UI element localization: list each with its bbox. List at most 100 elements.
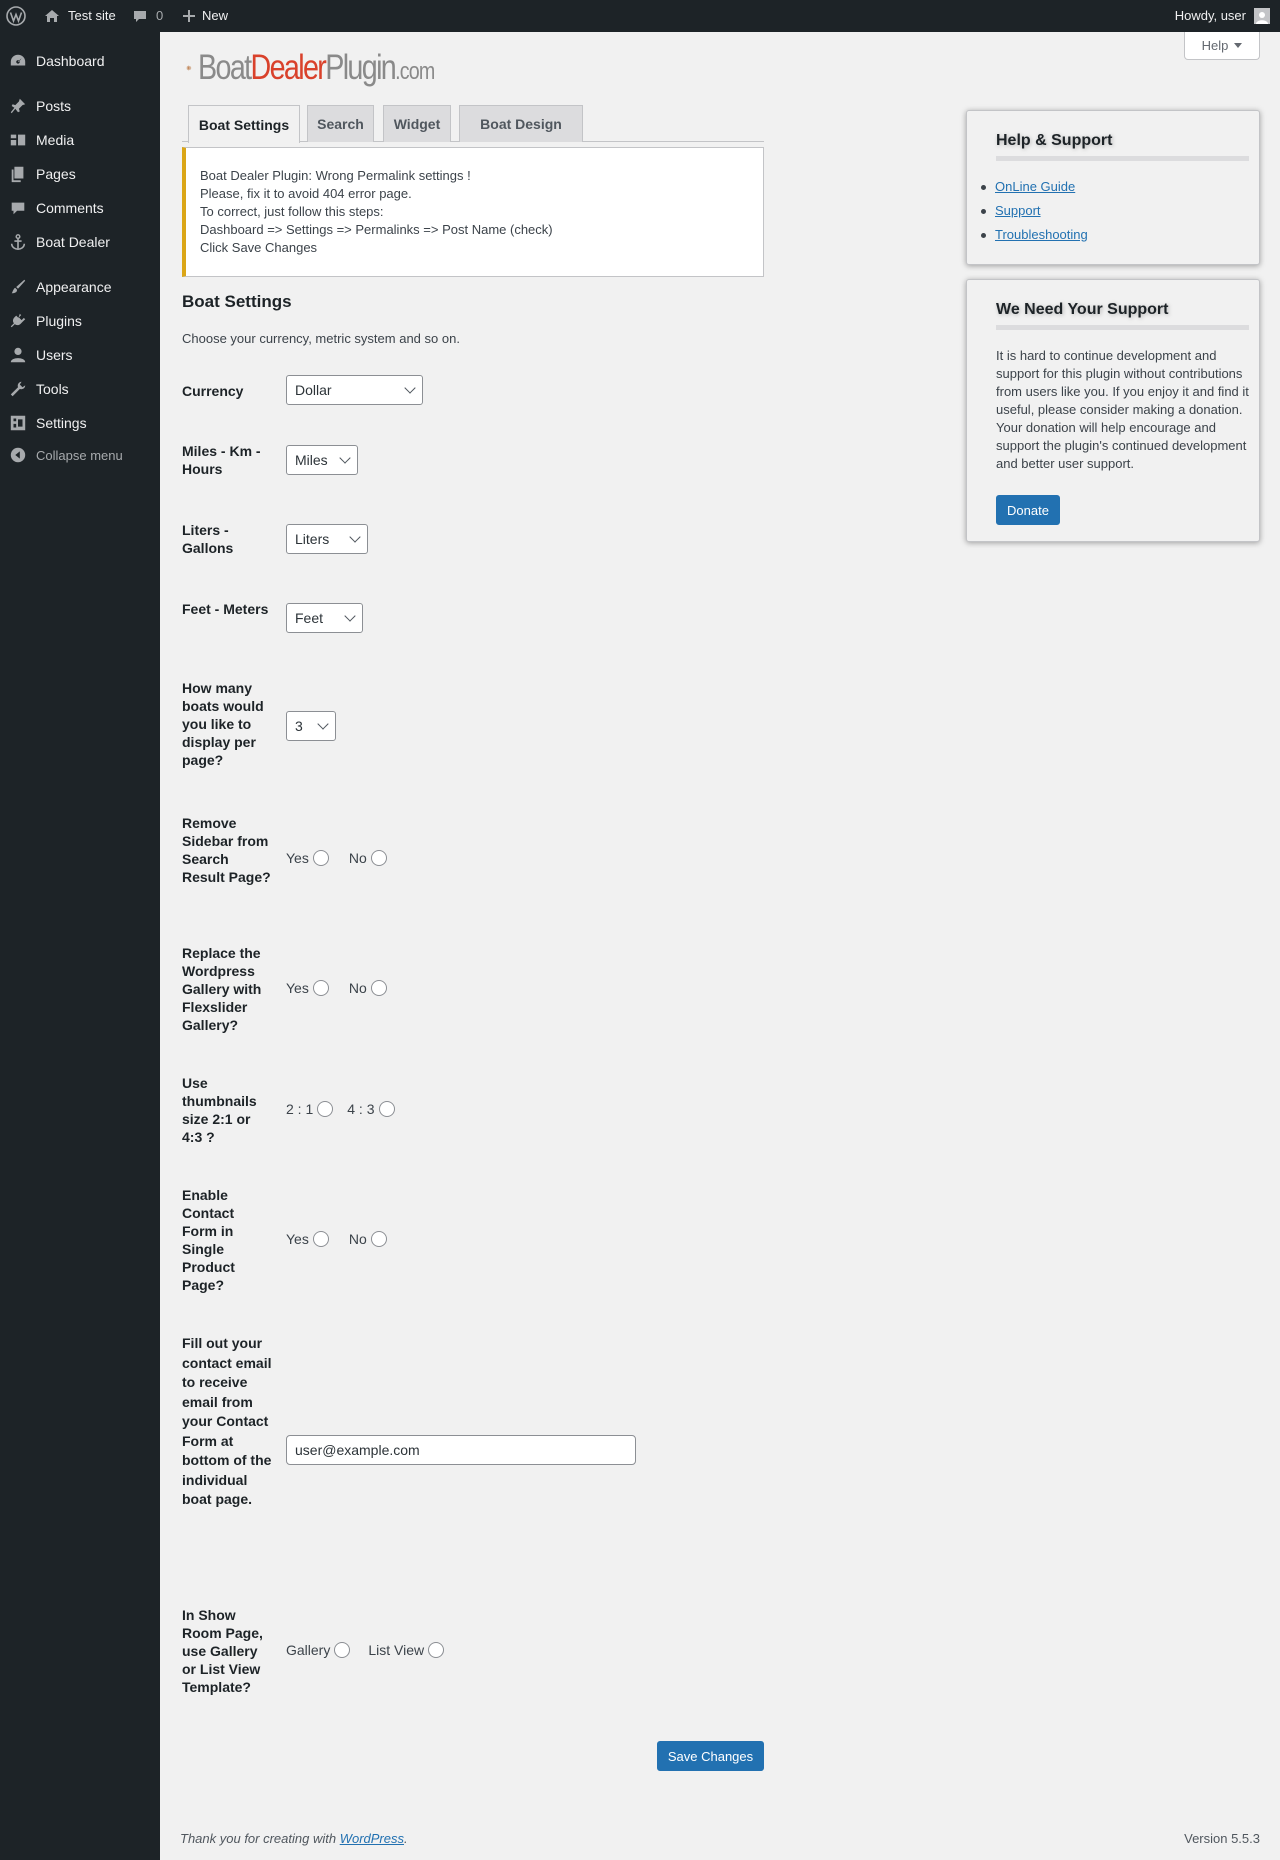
wrench-icon [0,380,36,398]
remove-sidebar-label: Remove Sidebar from Search Result Page? [182,815,271,885]
help-support-title: Help & Support [996,132,1113,149]
replace-gallery-yes-radio[interactable] [312,980,329,996]
currency-select[interactable]: Dollar [286,375,423,405]
replace-gallery-options: Yes No [286,980,387,996]
help-support-panel: Help & Support OnLine Guide Support Trou… [966,110,1260,265]
comment-icon [134,11,146,22]
volume-select[interactable]: Liters [286,524,368,554]
online-guide-link[interactable]: OnLine Guide [995,175,1075,199]
notice-line: Please, fix it to avoid 404 error page. [200,186,412,201]
sidebar-item-settings[interactable]: Settings [0,406,160,440]
contact-form-no-radio[interactable] [370,1231,387,1247]
chevron-down-icon [404,382,416,394]
avatar [1254,8,1270,24]
showroom-gallery-radio[interactable] [334,1642,351,1658]
chevron-down-icon [339,452,351,464]
tab-search[interactable]: Search [307,105,374,142]
list-item: Troubleshooting [981,223,1088,247]
collapse-menu-button[interactable]: Collapse menu [0,438,160,472]
wordpress-link[interactable]: WordPress [340,1831,404,1846]
remove-sidebar-yes-radio[interactable] [312,850,329,866]
sidebar-item-dashboard[interactable]: Dashboard [0,44,160,78]
support-donation-panel: We Need Your Support It is hard to conti… [966,279,1260,542]
remove-sidebar-no-radio[interactable] [370,850,387,866]
volume-value: Liters [295,531,330,547]
admin-sidebar: Dashboard Posts Media Pages Comments Boa… [0,32,160,1860]
chevron-down-icon [344,610,356,622]
sidebar-item-media[interactable]: Media [0,123,160,157]
contact-form-label: Enable Contact Form in Single Product Pa… [182,1187,235,1293]
replace-gallery-no-radio[interactable] [370,980,387,996]
length-label: Feet - Meters [182,601,269,617]
distance-value: Miles [295,452,328,468]
sidebar-item-pages[interactable]: Pages [0,157,160,191]
panel-divider [996,156,1249,161]
list-view-option-label: List View [368,1642,425,1658]
sidebar-item-boat-dealer[interactable]: Boat Dealer [0,225,160,259]
sidebar-item-label: Tools [36,381,69,397]
save-changes-button[interactable]: Save Changes [657,1741,764,1771]
gallery-option-label: Gallery [286,1642,331,1658]
sidebar-item-comments[interactable]: Comments [0,191,160,225]
contact-form-yes-radio[interactable] [312,1231,329,1247]
tab-widget[interactable]: Widget [383,105,451,142]
sidebar-item-users[interactable]: Users [0,338,160,372]
sidebar-item-plugins[interactable]: Plugins [0,304,160,338]
length-value: Feet [295,610,324,626]
sidebar-item-label: Settings [36,415,87,431]
per-page-select[interactable]: 3 [286,711,336,741]
sidebar-item-tools[interactable]: Tools [0,372,160,406]
notice-line: Dashboard => Settings => Permalinks => P… [200,222,553,237]
wordpress-logo-icon[interactable] [6,0,28,32]
ratio-2-1-label: 2 : 1 [286,1101,314,1117]
plugin-icon [0,312,36,330]
no-option-label: No [348,850,367,866]
currency-value: Dollar [295,382,332,398]
help-tab-button[interactable]: Help [1184,32,1260,60]
help-links-list: OnLine Guide Support Troubleshooting [981,175,1088,247]
pages-icon [0,165,36,183]
thumbnails-4-3-radio[interactable] [378,1101,395,1117]
distance-select[interactable]: Miles [286,445,358,475]
thumbnails-2-1-radio[interactable] [317,1101,334,1117]
sidebar-item-label: Pages [36,166,76,182]
troubleshooting-link[interactable]: Troubleshooting [995,223,1088,247]
showroom-list-view-radio[interactable] [428,1642,445,1658]
support-link[interactable]: Support [995,199,1041,223]
pin-icon [0,97,36,115]
no-option-label: No [348,980,367,996]
tab-boat-settings[interactable]: Boat Settings [188,105,300,143]
replace-gallery-label: Replace the Wordpress Gallery with Flexs… [182,945,262,1033]
notice-line: Boat Dealer Plugin: Wrong Permalink sett… [200,168,471,183]
sidebar-item-label: Plugins [36,313,82,329]
thumbnails-options: 2 : 1 4 : 3 [286,1101,395,1117]
dashboard-icon [0,52,36,70]
site-name-link[interactable]: Test site [44,0,116,32]
home-icon [45,10,59,22]
per-page-label: How many boats would you like to display… [182,680,264,768]
remove-sidebar-options: Yes No [286,850,387,866]
anchor-icon [0,233,36,251]
thumbnails-label: Use thumbnails size 2:1 or 4:3 ? [182,1075,257,1145]
new-content-link[interactable]: New [182,0,228,32]
comments-link[interactable]: 0 [132,0,163,32]
contact-email-input[interactable] [286,1435,636,1465]
howdy-text: Howdy, user [1174,8,1246,23]
list-item: OnLine Guide [981,175,1088,199]
sidebar-item-posts[interactable]: Posts [0,89,160,123]
account-menu[interactable]: Howdy, user [1175,0,1270,32]
volume-label: Liters - Gallons [182,522,234,556]
tab-boat-design[interactable]: Boat Design [459,105,583,142]
contact-form-options: Yes No [286,1231,387,1247]
admin-bar: Test site 0 New Howdy, user [0,0,1280,32]
footer-version: Version 5.5.3 [1184,1831,1260,1846]
section-description: Choose your currency, metric system and … [182,331,460,346]
sidebar-item-appearance[interactable]: Appearance [0,270,160,304]
plus-icon [183,10,195,22]
donate-button[interactable]: Donate [996,495,1060,525]
list-item: Support [981,199,1088,223]
ship-wheel-icon [186,65,192,71]
caret-down-icon [1234,43,1243,48]
length-select[interactable]: Feet [286,603,363,633]
help-label: Help [1201,38,1229,53]
